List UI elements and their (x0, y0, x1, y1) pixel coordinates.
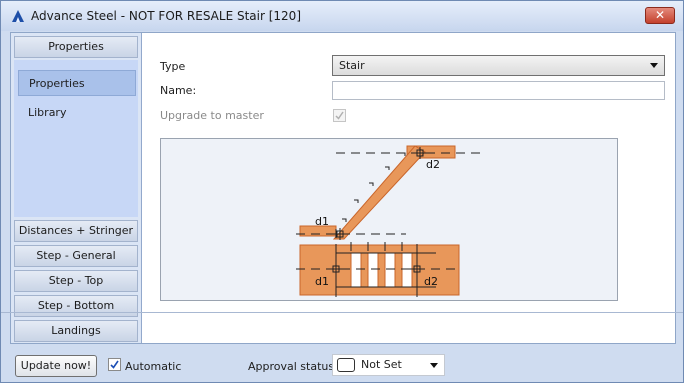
update-now-button[interactable]: Update now! (15, 355, 97, 377)
properties-panel: Type Stair Name: Upgrade to master d2 d1… (142, 33, 675, 343)
name-label: Name: (160, 84, 197, 97)
dialog-body: Properties Properties Library Distances … (10, 32, 676, 344)
type-label: Type (160, 60, 186, 73)
sidebar-header-properties[interactable]: Properties (14, 36, 138, 58)
title-bar[interactable]: Advance Steel - NOT FOR RESALE Stair [12… (1, 1, 683, 31)
advance-steel-logo-icon (12, 10, 24, 22)
close-button[interactable]: ✕ (645, 7, 675, 24)
sidebar-group-landings[interactable]: Landings (14, 320, 138, 342)
checkmark-icon (335, 111, 344, 120)
name-input[interactable] (332, 81, 665, 100)
status-color-swatch (337, 358, 355, 372)
sidebar: Properties Properties Library Distances … (11, 33, 142, 343)
sidebar-group-step-top[interactable]: Step - Top (14, 270, 138, 292)
window-title: Advance Steel - NOT FOR RESALE Stair [12… (31, 9, 301, 23)
sidebar-item-properties[interactable]: Properties (18, 70, 136, 96)
sidebar-item-library[interactable]: Library (18, 100, 136, 126)
approval-status-label: Approval status (248, 360, 335, 373)
approval-status-select[interactable]: Not Set (332, 354, 445, 376)
chevron-down-icon (650, 63, 658, 68)
d1-bottom-label: d1 (315, 275, 329, 288)
chevron-down-icon (430, 363, 438, 368)
type-select-value: Stair (339, 59, 365, 72)
automatic-label: Automatic (125, 360, 182, 373)
automatic-checkbox[interactable] (108, 358, 121, 371)
sidebar-group-step-general[interactable]: Step - General (14, 245, 138, 267)
upgrade-to-master-checkbox[interactable] (333, 109, 346, 122)
checkmark-icon (110, 360, 119, 369)
type-select[interactable]: Stair (332, 55, 665, 76)
sidebar-group-distances-stringer[interactable]: Distances + Stringer (14, 220, 138, 242)
upgrade-to-master-label: Upgrade to master (160, 109, 264, 122)
d1-top-label: d1 (315, 215, 329, 228)
footer-divider (1, 312, 683, 313)
sidebar-group-body: Properties Library (14, 60, 138, 217)
stair-stringer (332, 145, 426, 240)
stair-diagram: d2 d1 d1 d2 (296, 145, 486, 297)
sidebar-group-step-bottom[interactable]: Step - Bottom (14, 295, 138, 317)
d2-bottom-label: d2 (424, 275, 438, 288)
dialog-window: Advance Steel - NOT FOR RESALE Stair [12… (0, 0, 684, 383)
approval-status-value: Not Set (361, 358, 402, 371)
d2-top-label: d2 (426, 158, 440, 171)
stair-preview: d2 d1 d1 d2 (160, 138, 618, 301)
